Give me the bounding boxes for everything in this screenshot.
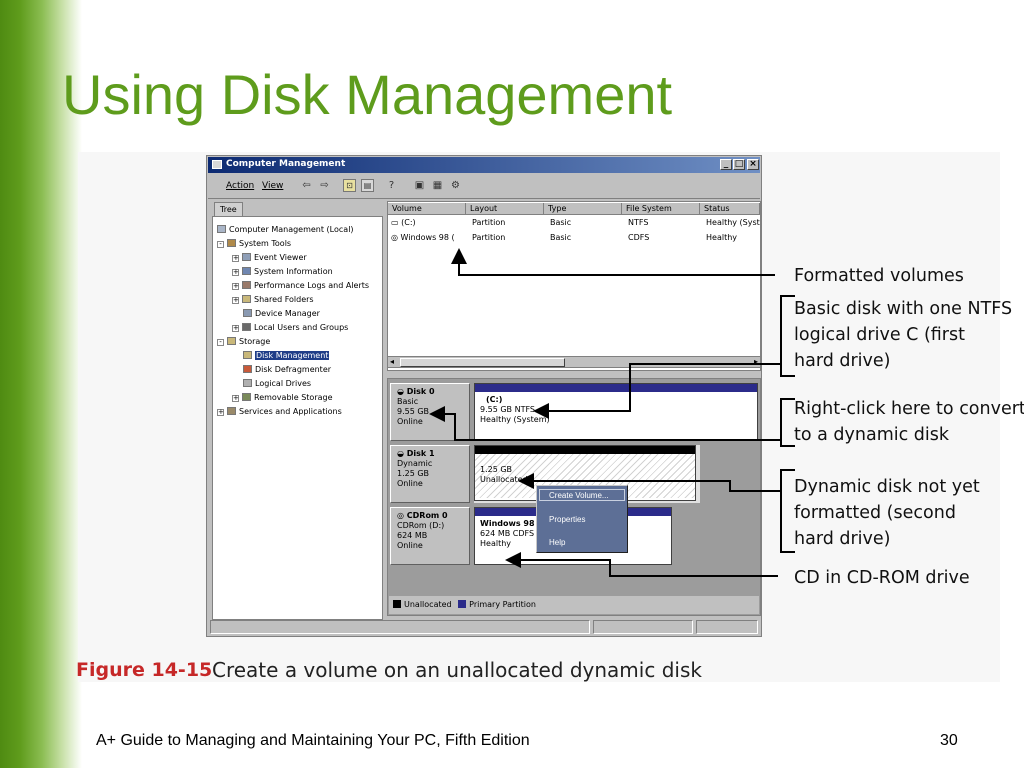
figure-number: Figure 14-15 xyxy=(76,659,213,681)
footer-book-title: A+ Guide to Managing and Maintaining You… xyxy=(96,732,530,749)
leader-formatted-volumes xyxy=(451,248,775,276)
callout-right-click: Right-click here to convert to a dynamic… xyxy=(794,399,1024,445)
leader-right-click xyxy=(429,406,781,441)
callout-formatted-volumes: Formatted volumes xyxy=(794,266,964,286)
callout-cd-rom: CD in CD-ROM drive xyxy=(794,568,970,588)
callout-leaders xyxy=(429,248,795,577)
leader-dynamic-disk xyxy=(518,473,781,492)
figure-caption: Create a volume on an unallocated dynami… xyxy=(212,658,702,682)
bracket-basic-disk xyxy=(780,295,795,377)
page-number: 30 xyxy=(940,732,958,749)
callout-basic-disk: Basic disk with one NTFS logical drive C… xyxy=(794,299,1013,371)
callout-dynamic-disk: Dynamic disk not yet formatted (second h… xyxy=(794,477,980,549)
leader-cd-rom xyxy=(505,552,778,577)
bracket-dynamic-disk xyxy=(780,469,795,553)
leader-basic-disk xyxy=(533,363,781,419)
bracket-right-click xyxy=(780,398,795,447)
